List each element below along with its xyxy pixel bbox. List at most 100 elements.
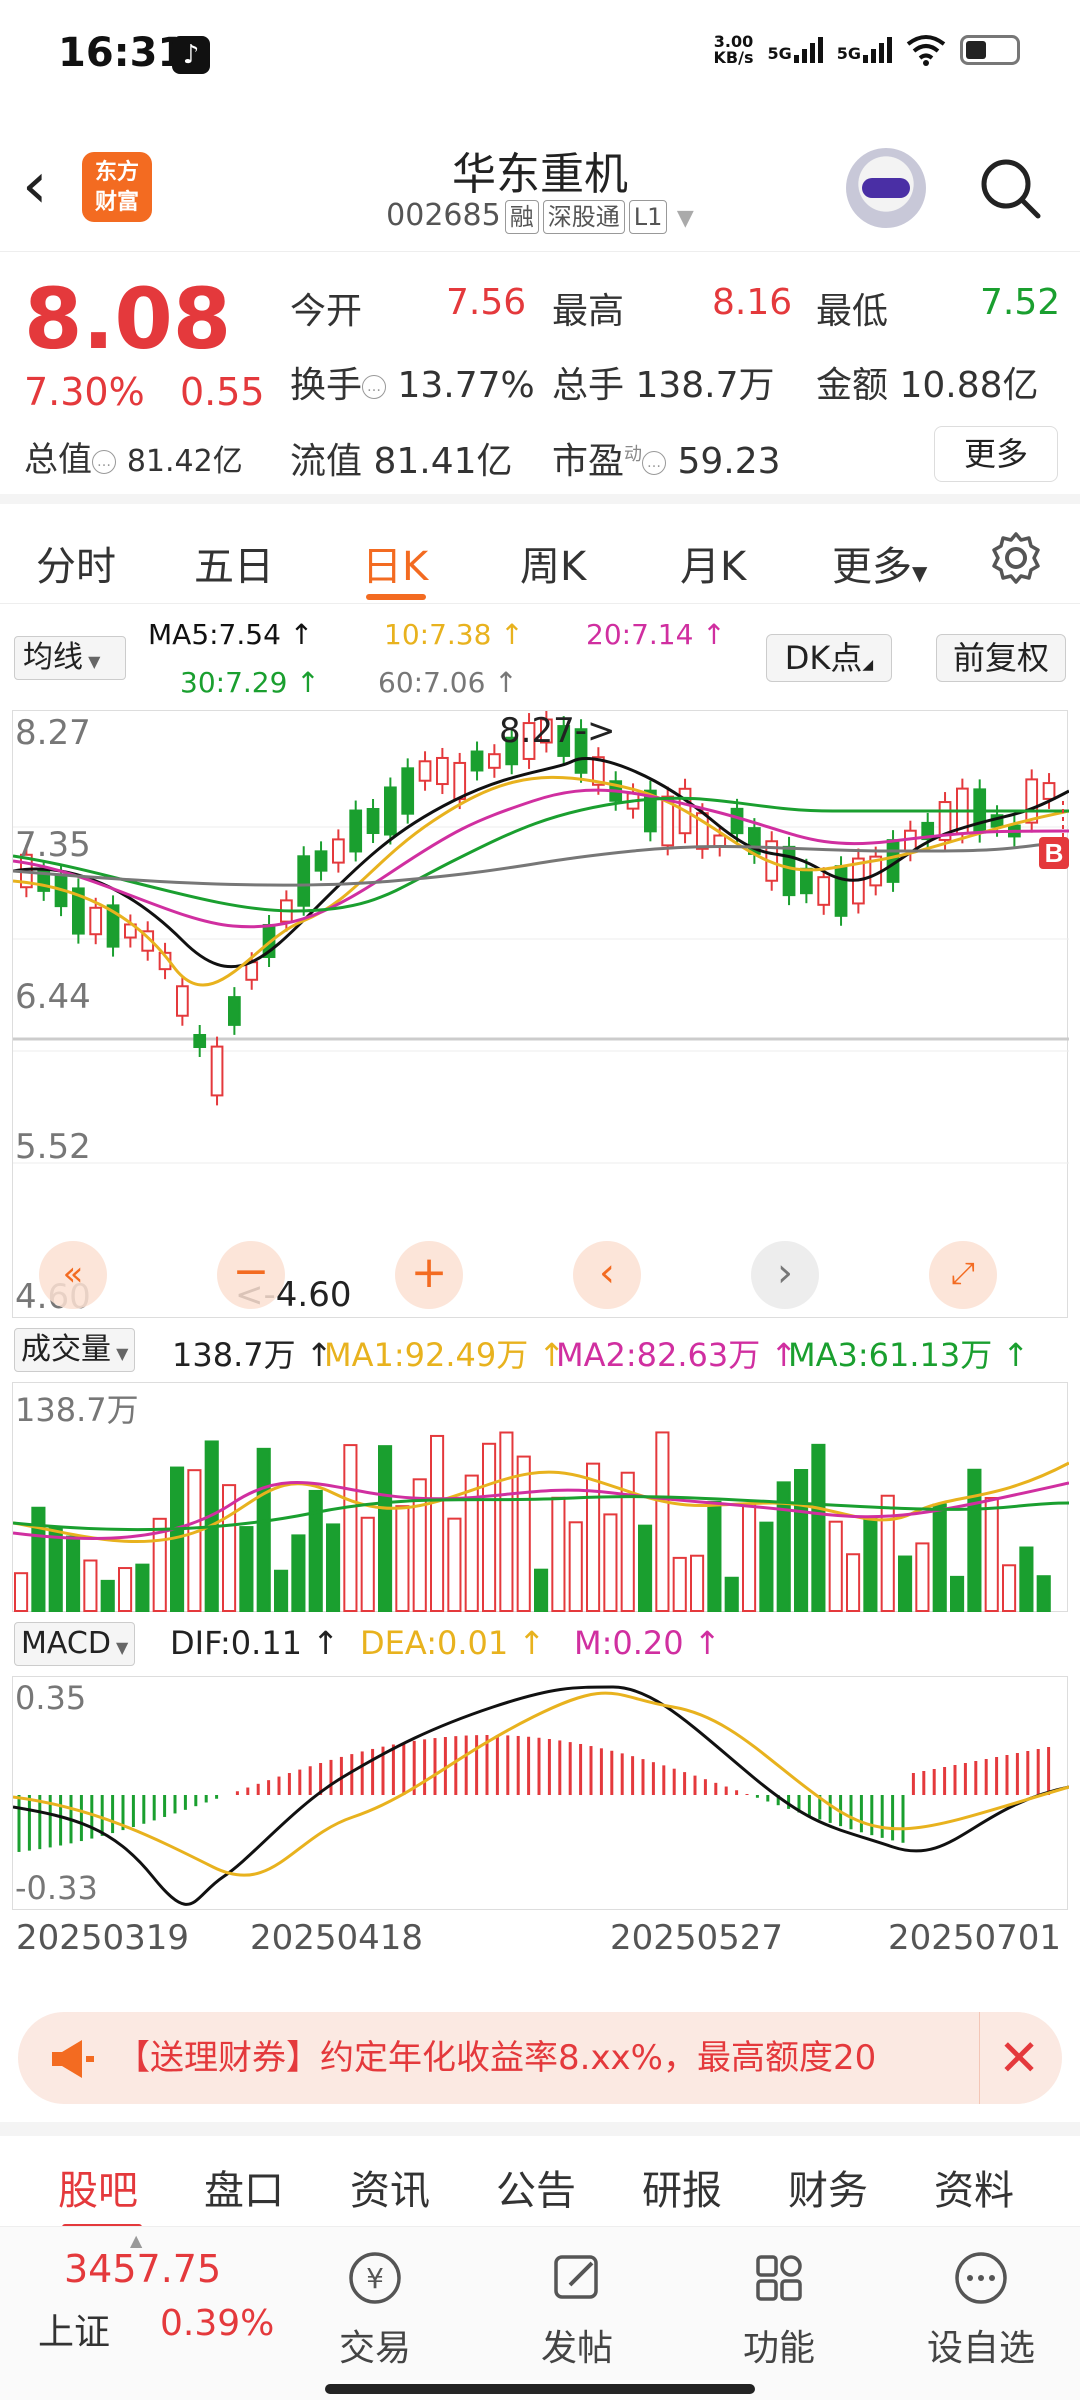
scroll-left-fast-icon[interactable]: « <box>39 1241 107 1309</box>
volume-bar <box>291 1534 306 1612</box>
ma-selector[interactable]: 均线 ▼ <box>14 636 126 680</box>
tab-more[interactable]: 更多▼ <box>832 534 927 592</box>
tab-daily-k[interactable]: 日K <box>362 534 428 592</box>
volume-bar <box>932 1503 947 1612</box>
info-icon-3[interactable]: … <box>642 451 667 475</box>
close-icon[interactable]: ✕ <box>979 2012 1040 2104</box>
pe-val: 59.23 <box>677 441 781 482</box>
low-label: 最低 <box>816 291 889 332</box>
b-signal-text: B <box>1045 838 1064 868</box>
volume-bar <box>239 1526 254 1612</box>
caret-down-icon: ▼ <box>83 652 101 671</box>
search-icon[interactable] <box>978 156 1042 220</box>
float-val: 81.41亿 <box>373 441 513 482</box>
scroll-right-icon[interactable]: › <box>751 1241 819 1309</box>
candle <box>488 753 501 769</box>
volume-chart[interactable]: 138.7万 <box>12 1382 1070 1613</box>
volume-current: 138.7万 ↑ <box>172 1336 333 1374</box>
volume-bar <box>967 1468 982 1612</box>
tag-connect: 深股通 <box>542 200 625 234</box>
candle <box>713 834 727 848</box>
adjust-button[interactable]: 前复权 <box>936 634 1066 682</box>
subtab-finance[interactable]: 财务 <box>788 2158 868 2216</box>
tab-intraday[interactable]: 分时 <box>36 534 116 592</box>
float-label: 流值 <box>290 441 363 482</box>
subtab-profile[interactable]: 资料 <box>934 2158 1014 2216</box>
signal-icon <box>793 37 823 63</box>
tab-weekly-k[interactable]: 周K <box>520 534 586 592</box>
volume-bar <box>534 1568 549 1612</box>
subtab-announcements[interactable]: 公告 <box>496 2158 576 2216</box>
pe-label: 市盈 <box>552 441 625 482</box>
signal-5g-label-2: 5G <box>836 44 861 63</box>
candle <box>1042 782 1056 800</box>
home-indicator <box>325 2384 755 2394</box>
subtab-research[interactable]: 研报 <box>642 2158 722 2216</box>
high-val: 8.16 <box>712 282 793 323</box>
volume-bar <box>568 1521 583 1612</box>
stock-code: 002685 <box>386 198 501 233</box>
period-tabs: 分时 五日 日K 周K 月K 更多▼ <box>0 512 1080 604</box>
volume-bar <box>707 1500 722 1612</box>
date-label-2: 20250418 <box>250 1918 424 1958</box>
mktcap-label: 总值 <box>24 440 92 480</box>
tab-monthly-k[interactable]: 月K <box>680 534 746 592</box>
volume-bar <box>499 1431 514 1613</box>
low-row: 最低 <box>816 282 888 334</box>
index-value[interactable]: 3457.75 <box>64 2247 221 2291</box>
status-time: 16:31 <box>58 30 186 76</box>
nav-post[interactable]: 发帖 <box>502 2245 652 2371</box>
volume-row: 总手 138.7万 <box>552 356 775 408</box>
info-icon[interactable]: … <box>362 375 387 399</box>
nav-trade[interactable]: ¥ 交易 <box>300 2245 450 2371</box>
macd-chart[interactable]: 0.35 -0.33 <box>12 1676 1070 1910</box>
nav-post-label: 发帖 <box>540 2328 613 2369</box>
fullscreen-icon[interactable]: ⤢ <box>929 1241 997 1309</box>
nav-watchlist[interactable]: 设自选 <box>906 2245 1056 2371</box>
volume-legend: 成交量 ▼ 138.7万 ↑ MA1:92.49万 ↑ MA2:82.63万 ↑… <box>0 1326 1080 1378</box>
nav-functions[interactable]: 功能 <box>704 2245 854 2371</box>
scroll-left-icon[interactable]: ‹ <box>573 1241 641 1309</box>
subtab-news[interactable]: 资讯 <box>350 2158 430 2216</box>
candle <box>834 865 848 917</box>
index-name: 上证 <box>38 2312 111 2353</box>
candle <box>366 807 380 835</box>
wifi-icon <box>906 35 946 66</box>
tab-5day[interactable]: 五日 <box>194 534 274 592</box>
robot-assistant-icon[interactable] <box>846 148 926 228</box>
candle <box>210 1045 224 1097</box>
y-label-2: 7.35 <box>15 825 91 865</box>
candle <box>89 906 103 936</box>
subtab-orderbook[interactable]: 盘口 <box>204 2158 284 2216</box>
promo-banner[interactable]: 【送理财券】约定年化收益率8.xx%，最高额度20 ✕ <box>18 2012 1062 2104</box>
volume-bar <box>135 1563 150 1613</box>
gear-icon[interactable] <box>988 530 1044 586</box>
more-button[interactable]: 更多 <box>934 426 1058 482</box>
volume-bar <box>378 1445 393 1613</box>
subtab-forum[interactable]: 股吧 <box>58 2158 138 2216</box>
dk-point-button[interactable]: DK点◢ <box>766 634 892 682</box>
kline-chart[interactable]: B 8.27 7.35 6.44 5.52 4.60 8.27-> <-4.60… <box>12 709 1070 1318</box>
candle <box>436 756 449 786</box>
info-icon-2[interactable]: … <box>92 449 116 474</box>
change-percent: 7.30% <box>24 370 145 414</box>
macd-selector[interactable]: MACD ▼ <box>14 1622 136 1666</box>
candle <box>730 807 744 835</box>
macd-selector-label: MACD <box>21 1626 111 1661</box>
ma30-value: 30:7.29 ↑ <box>180 666 320 699</box>
turnover-row: 换手… 13.77% <box>290 356 535 408</box>
date-label-1: 20250319 <box>16 1918 190 1958</box>
volume-bar <box>1036 1575 1051 1612</box>
volume-bar <box>360 1516 375 1612</box>
volume-bar <box>395 1505 410 1612</box>
y-label-1: 8.27 <box>15 713 91 753</box>
volume-bar <box>430 1434 445 1612</box>
zoom-out-icon[interactable]: − <box>217 1241 285 1309</box>
volume-selector[interactable]: 成交量 ▼ <box>14 1328 136 1372</box>
candle <box>817 876 831 906</box>
volume-bar <box>326 1523 341 1612</box>
volume-bar <box>14 1572 29 1612</box>
zoom-in-icon[interactable]: + <box>395 1241 463 1309</box>
open-val: 7.56 <box>446 282 527 323</box>
volume-bar <box>846 1553 861 1613</box>
